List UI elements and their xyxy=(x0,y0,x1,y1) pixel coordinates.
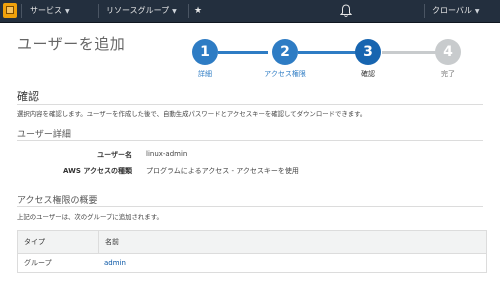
step-3-circle: 3 xyxy=(355,39,381,65)
divider xyxy=(17,140,483,141)
services-menu[interactable]: サービス ▼ xyxy=(30,0,70,22)
bell-icon[interactable] xyxy=(340,4,352,18)
step-2-circle[interactable]: 2 xyxy=(272,39,298,65)
wizard-steps: 1 2 3 4 詳細 アクセス権限 確認 完了 xyxy=(0,36,500,82)
username-value: linux-admin xyxy=(146,150,188,158)
pin-icon[interactable]: ★ xyxy=(193,5,203,17)
resource-groups-menu[interactable]: リソースグループ ▼ xyxy=(106,0,177,22)
resource-groups-menu-label: リソースグループ xyxy=(106,6,170,15)
step-3-label: 確認 xyxy=(361,70,375,78)
username-key: ユーザー名 xyxy=(97,151,132,159)
permissions-description: 上記のユーザーは、次のグループに追加されます。 xyxy=(17,213,163,221)
account-menu[interactable]: クローバル ▼ xyxy=(432,0,480,22)
divider xyxy=(424,4,425,18)
account-menu-label: クローバル xyxy=(432,6,472,15)
aws-logo-icon[interactable] xyxy=(3,3,17,18)
permissions-heading: アクセス権限の概要 xyxy=(17,196,98,206)
divider xyxy=(98,4,99,18)
access-type-value: プログラムによるアクセス - アクセスキーを使用 xyxy=(146,167,299,175)
divider xyxy=(17,206,483,207)
user-details-heading: ユーザー詳細 xyxy=(17,130,71,140)
cell-type: グループ xyxy=(24,259,52,267)
permissions-table: タイプ 名前 グループ admin xyxy=(17,230,487,273)
divider xyxy=(21,4,22,18)
chevron-down-icon: ▼ xyxy=(474,8,480,15)
step-connector xyxy=(382,51,436,54)
top-navigation-bar: サービス ▼ リソースグループ ▼ ★ クローバル ▼ xyxy=(0,0,500,23)
step-1-circle[interactable]: 1 xyxy=(192,39,218,65)
access-type-key: AWS アクセスの種類 xyxy=(63,167,132,175)
step-4-circle: 4 xyxy=(435,39,461,65)
table-header: タイプ 名前 xyxy=(18,231,486,254)
step-connector xyxy=(298,51,356,54)
chevron-down-icon: ▼ xyxy=(65,8,70,15)
chevron-down-icon: ▼ xyxy=(172,8,177,15)
review-heading: 確認 xyxy=(17,90,39,103)
table-row: グループ admin xyxy=(18,254,486,272)
divider xyxy=(188,4,189,18)
step-connector xyxy=(218,51,268,54)
step-1-label[interactable]: 詳細 xyxy=(170,69,240,79)
group-link[interactable]: admin xyxy=(98,254,484,272)
column-header-type: タイプ xyxy=(24,238,45,246)
column-header-name: 名前 xyxy=(98,231,485,253)
review-description: 選択内容を確認します。ユーザーを作成した後で、自動生成パスワードとアクセスキーを… xyxy=(17,110,367,118)
step-2-label[interactable]: アクセス権限 xyxy=(250,69,320,79)
divider xyxy=(17,104,483,105)
step-4-label: 完了 xyxy=(441,70,455,78)
services-menu-label: サービス xyxy=(30,6,62,15)
